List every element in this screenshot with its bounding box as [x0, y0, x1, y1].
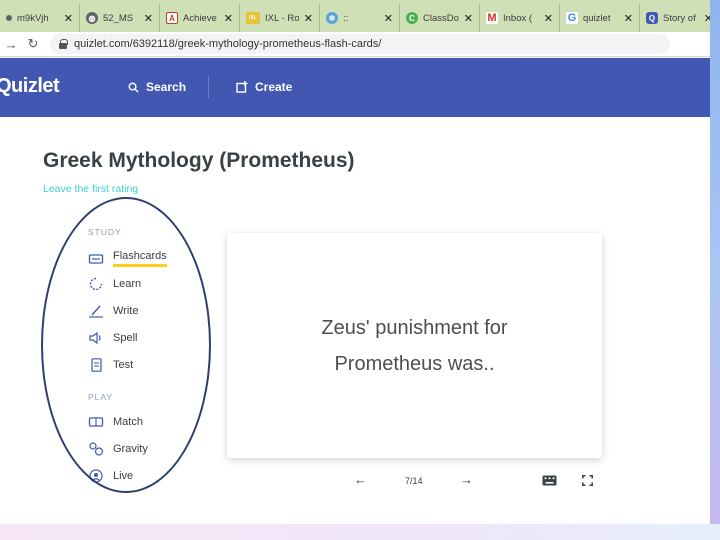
tab-close-icon[interactable]: ✕	[704, 12, 710, 25]
create-label: Create	[255, 80, 293, 94]
search-label: Search	[146, 80, 187, 94]
forward-arrow-icon[interactable]: →	[0, 37, 22, 52]
browser-tab[interactable]: ◍ 52_MS ✕	[80, 4, 160, 32]
browser-tab-strip: m9kVjh ✕ ◍ 52_MS ✕ A Achieve ✕ IXL IXL -…	[0, 0, 710, 32]
gmail-favicon-icon: M	[486, 12, 498, 24]
hand-drawn-annotation-oval	[41, 197, 211, 493]
page-content: Greek Mythology (Prometheus) Leave the f…	[0, 117, 710, 524]
tab-close-icon[interactable]: ✕	[384, 12, 393, 25]
search-icon	[128, 82, 139, 93]
tab-label: ::	[343, 12, 349, 24]
tab-label: 52_MS	[103, 12, 134, 24]
classdojo-favicon-icon: C	[406, 12, 418, 24]
keyboard-icon[interactable]	[542, 475, 557, 486]
browser-tab[interactable]: ✲ :: ✕	[320, 4, 400, 32]
url-input[interactable]: quizlet.com/6392118/greek-mythology-prom…	[50, 34, 670, 54]
quizlet-logo[interactable]: Quizlet	[0, 75, 60, 98]
create-icon	[236, 81, 248, 93]
flashcard-text: Zeus' punishment for Prometheus was..	[321, 316, 508, 375]
globe-icon: ◍	[86, 12, 98, 24]
tab-close-icon[interactable]: ✕	[624, 12, 633, 25]
frame-right-edge	[710, 0, 720, 540]
page-title: Greek Mythology (Prometheus)	[43, 149, 355, 172]
tab-favicon-icon	[6, 15, 12, 21]
browser-tab[interactable]: M Inbox ( ✕	[480, 4, 560, 32]
card-counter: 7/14	[405, 476, 423, 486]
search-button[interactable]: Search	[128, 80, 186, 94]
reload-icon[interactable]: ↻	[22, 36, 44, 52]
browser-tab[interactable]: C ClassDo ✕	[400, 4, 480, 32]
quizlet-header: Quizlet Search Create	[0, 58, 710, 117]
browser-tab[interactable]: m9kVjh ✕	[0, 4, 80, 32]
google-favicon-icon: G	[566, 12, 578, 24]
browser-tab[interactable]: IXL IXL - Ro ✕	[240, 4, 320, 32]
browser-address-bar: → ↻ quizlet.com/6392118/greek-mythology-…	[0, 32, 710, 57]
flashcard[interactable]: Zeus' punishment for Prometheus was..	[227, 233, 602, 458]
quizlet-favicon-icon: Q	[646, 12, 658, 24]
browser-tab[interactable]: Q Story of ✕	[640, 4, 710, 32]
gear-icon: ✲	[326, 12, 338, 24]
url-text: quizlet.com/6392118/greek-mythology-prom…	[74, 38, 382, 50]
leave-rating-link[interactable]: Leave the first rating	[43, 183, 138, 195]
tab-close-icon[interactable]: ✕	[464, 12, 473, 25]
tab-close-icon[interactable]: ✕	[224, 12, 233, 25]
lock-icon	[58, 39, 68, 49]
next-card-button[interactable]: →	[460, 472, 473, 487]
tab-close-icon[interactable]: ✕	[304, 12, 313, 25]
create-button[interactable]: Create	[236, 80, 292, 94]
browser-tab[interactable]: A Achieve ✕	[160, 4, 240, 32]
achieve-favicon-icon: A	[166, 12, 178, 24]
fullscreen-icon[interactable]	[582, 475, 593, 486]
tab-label: ClassDo	[423, 12, 459, 24]
ixl-favicon-icon: IXL	[246, 12, 260, 24]
header-divider	[208, 76, 209, 98]
tab-label: Inbox (	[503, 12, 533, 24]
tab-close-icon[interactable]: ✕	[544, 12, 553, 25]
tab-label: m9kVjh	[17, 12, 49, 24]
tab-label: quizlet	[583, 12, 611, 24]
tab-label: Achieve	[183, 12, 217, 24]
previous-card-button[interactable]: ←	[354, 472, 367, 487]
frame-bottom-edge	[0, 524, 720, 540]
tab-close-icon[interactable]: ✕	[64, 12, 73, 25]
tab-label: IXL - Ro	[265, 12, 299, 24]
browser-tab[interactable]: G quizlet ✕	[560, 4, 640, 32]
tab-label: Story of	[663, 12, 696, 24]
tab-close-icon[interactable]: ✕	[144, 12, 153, 25]
